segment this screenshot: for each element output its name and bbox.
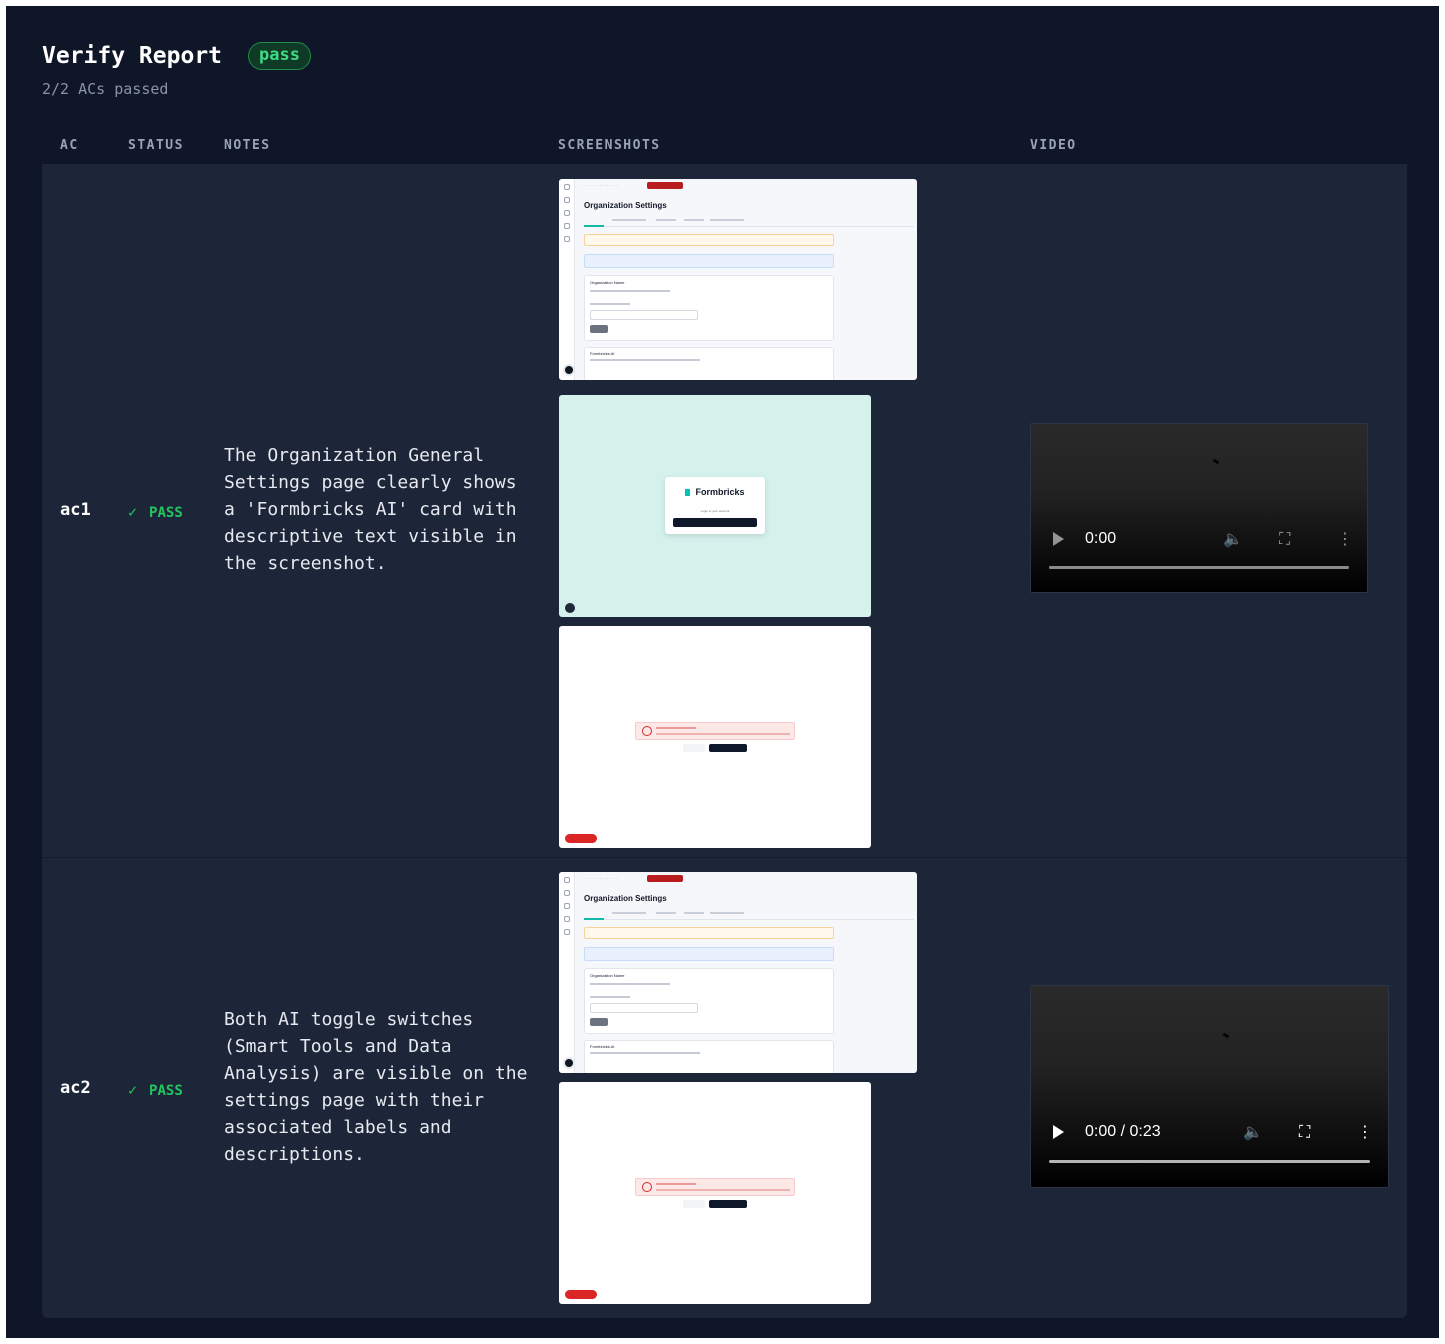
sidebar [559,872,575,1073]
status-badge: pass [248,42,311,70]
play-icon[interactable] [1053,1125,1064,1139]
breadcrumb: · · · · · · · · · · · · · · [585,183,619,188]
check-icon: ✓ [128,1081,138,1099]
video-player[interactable]: 0:00 🔈 ⛶ ⋮ [1030,423,1368,593]
error-alert [635,1178,795,1196]
screenshot-thumbnail[interactable]: · · · · · · · · · · · · · · Organization… [559,872,917,1073]
page-title: Organization Settings [584,201,667,210]
loading-spinner [1222,1032,1230,1039]
table-row: ac1 ✓ PASS The Organization General Setti… [42,164,1407,858]
screenshot-thumbnail[interactable]: Formbricks Login to your account [559,395,871,617]
column-header-screenshots: SCREENSHOTS [558,138,661,153]
notes-text: Both AI toggle switches (Smart Tools and… [224,1009,528,1165]
fullscreen-icon[interactable]: ⛶ [1299,1122,1310,1142]
help-icon [563,1057,575,1069]
tab-bar [584,910,914,920]
table-header: AC STATUS NOTES SCREENSHOTS VIDEO [6,138,1439,162]
status-cell: ✓ PASS [128,1081,183,1099]
video-progress-bar[interactable] [1049,566,1349,569]
brand-name: Formbricks [695,487,745,497]
more-vertical-icon[interactable]: ⋮ [1357,1122,1373,1141]
breadcrumb: · · · · · · · · · · · · · · [585,876,619,881]
login-card: Formbricks Login to your account [665,477,765,534]
notes-text: The Organization General Settings page c… [224,445,517,574]
column-header-ac: AC [60,138,79,153]
column-header-notes: NOTES [224,138,271,153]
login-subtitle: Login to your account [700,509,730,513]
volume-icon[interactable]: 🔈 [1243,1122,1263,1141]
status-label: PASS [149,1083,183,1099]
table-row: ac2 ✓ PASS Both AI toggle switches (Smart… [42,858,1407,1318]
settings-card: Organization Name [584,275,834,341]
ai-card: Formbricks AI [584,1040,834,1073]
dashboard-button [709,1200,747,1208]
report-frame: Verify Report pass 2/2 ACs passed AC STA… [6,6,1439,1338]
report-title: Verify Report [42,43,223,69]
page-title: Organization Settings [584,894,667,903]
video-time: 0:00 [1085,530,1117,547]
column-header-video: VIDEO [1030,138,1077,153]
report-summary: 2/2 ACs passed [42,80,169,98]
sidebar [559,179,575,380]
video-player[interactable]: 0:00 / 0:23 🔈 ⛶ ⋮ [1030,985,1389,1188]
error-icon [642,726,652,736]
ai-card: Formbricks AI [584,347,834,380]
ac-id: ac2 [60,1078,91,1098]
help-icon [565,603,575,613]
card-title: Organization Name [590,280,625,285]
warning-banner [584,234,834,246]
try-again-button [683,744,705,752]
warning-banner [584,927,834,939]
more-vertical-icon[interactable]: ⋮ [1337,529,1353,548]
ac-id: ac1 [60,500,91,520]
try-again-button [683,1200,705,1208]
screenshot-thumbnail[interactable] [559,1082,871,1304]
fullscreen-icon[interactable]: ⛶ [1279,529,1290,549]
environment-tag [647,182,683,189]
status-cell: ✓ PASS [128,503,183,521]
play-icon[interactable] [1053,532,1064,546]
error-alert [635,722,795,740]
issues-badge [565,834,597,843]
environment-tag [647,875,683,882]
volume-icon[interactable]: 🔈 [1223,529,1243,548]
status-label: PASS [149,505,183,521]
settings-card: Organization Name [584,968,834,1034]
tab-bar [584,217,914,227]
info-banner [584,947,834,961]
column-header-status: STATUS [128,138,184,153]
loading-spinner [1212,458,1220,465]
formbricks-logo-icon [685,489,691,496]
card-title: Formbricks AI [590,1044,615,1049]
dashboard-button [709,744,747,752]
video-progress-bar[interactable] [1049,1160,1370,1163]
card-title: Organization Name [590,973,625,978]
screenshot-thumbnail[interactable] [559,626,871,848]
error-icon [642,1182,652,1192]
card-title: Formbricks AI [590,351,615,356]
check-icon: ✓ [128,503,138,521]
info-banner [584,254,834,268]
help-icon [563,364,575,376]
screenshot-thumbnail[interactable]: · · · · · · · · · · · · · · Organization… [559,179,917,380]
video-time: 0:00 / 0:23 [1085,1123,1161,1140]
report-header: Verify Report pass 2/2 ACs passed [42,42,311,98]
issues-badge [565,1290,597,1299]
login-button [673,518,757,527]
